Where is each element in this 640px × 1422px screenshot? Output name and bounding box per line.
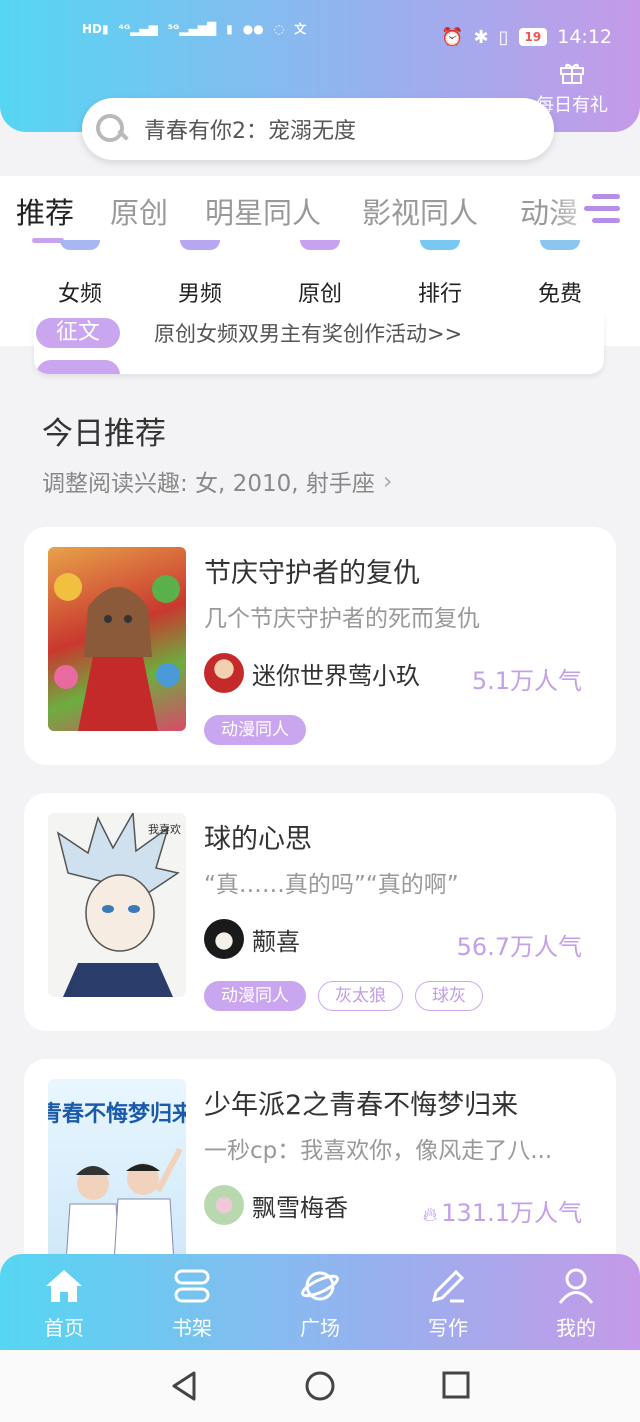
tab-menu-icon[interactable] xyxy=(584,192,620,226)
interest-settings-link[interactable]: 调整阅读兴趣: 女, 2010, 射手座 › xyxy=(42,464,392,498)
nav-write[interactable]: 写作 xyxy=(398,1266,498,1341)
recent-apps-icon[interactable] xyxy=(442,1370,470,1406)
author-name: 迷你世界莺小玖 xyxy=(252,661,420,690)
category-male[interactable]: 男频 xyxy=(140,276,260,308)
book-cover: 青春不悔梦归来 xyxy=(48,1079,186,1263)
author-name: 颟喜 xyxy=(252,927,300,956)
battery-indicator: 19 xyxy=(518,28,548,46)
section-title: 今日推荐 xyxy=(42,416,166,452)
svg-text:我喜欢: 我喜欢 xyxy=(148,822,181,836)
nav-label: 广场 xyxy=(300,1316,340,1340)
flame-icon: 🔥︎ xyxy=(422,1202,438,1226)
nav-label: 首页 xyxy=(44,1316,84,1340)
status-left-indicators: HD▮ ⁴ᴳ▂▄▆ ⁵ᴳ▂▄▆█ ▮ ●● ◌ 文 xyxy=(82,20,306,37)
interest-text: 调整阅读兴趣: 女, 2010, 射手座 xyxy=(42,471,375,497)
tag[interactable]: 灰太狼 xyxy=(318,981,403,1011)
book-author[interactable]: 颟喜 xyxy=(204,919,300,959)
book-author[interactable]: 飘雪梅香 xyxy=(204,1185,348,1225)
book-author[interactable]: 迷你世界莺小玖 xyxy=(204,653,420,693)
wechat-icon: ●● xyxy=(242,21,264,36)
book-description: 几个节庆守护者的死而复仇 xyxy=(204,606,480,632)
popularity-count: 5.1万人气 xyxy=(471,667,582,695)
category-tabs: 推荐 原创 明星同人 影视同人 动漫 xyxy=(0,176,640,246)
notice-badge-next xyxy=(36,360,120,374)
category-original[interactable]: 原创 xyxy=(260,276,380,308)
gift-icon xyxy=(522,60,622,91)
4g-signal-icon: ⁴ᴳ▂▄▆ xyxy=(118,21,158,36)
popularity-count: 56.7万人气 xyxy=(456,933,582,961)
pen-icon xyxy=(398,1266,498,1306)
book-title: 节庆守护者的复仇 xyxy=(204,558,420,589)
popularity-value: 131.1万人气 xyxy=(441,1199,582,1227)
home-icon xyxy=(14,1266,114,1306)
book-title: 少年派2之青春不悔梦归来 xyxy=(204,1090,519,1121)
author-avatar xyxy=(204,653,244,693)
tag[interactable]: 动漫同人 xyxy=(204,981,306,1011)
book-title: 球的心思 xyxy=(204,824,312,855)
chevron-right-icon: › xyxy=(382,467,393,495)
notice-badge: 征文 xyxy=(36,318,120,348)
vibrate-icon: ▯ xyxy=(498,26,509,48)
cover-text: 青春不悔梦归来 xyxy=(48,1101,186,1127)
original-icon xyxy=(300,240,340,250)
nav-label: 写作 xyxy=(428,1316,468,1340)
chat-icon: ◌ xyxy=(273,21,285,36)
tab-recommend[interactable]: 推荐 xyxy=(16,190,74,232)
author-name: 飘雪梅香 xyxy=(252,1193,348,1222)
nav-profile[interactable]: 我的 xyxy=(526,1266,626,1341)
tag-list: 动漫同人 xyxy=(204,715,306,745)
author-avatar xyxy=(204,1185,244,1225)
book-description: 一秒cp：我喜欢你，像风走了八... xyxy=(204,1138,553,1164)
tab-celebrity-fanfic[interactable]: 明星同人 xyxy=(205,190,321,232)
book-cover xyxy=(48,547,186,731)
search-icon xyxy=(96,114,126,144)
clock: 14:12 xyxy=(557,26,612,48)
ranking-icon xyxy=(420,240,460,250)
battery-saver-icon: ▮ xyxy=(226,21,233,36)
book-cover: 我喜欢 xyxy=(48,813,186,997)
nav-label: 我的 xyxy=(556,1316,596,1340)
back-icon[interactable] xyxy=(170,1370,198,1406)
tag-list: 动漫同人 灰太狼 球灰 xyxy=(204,981,483,1011)
popularity-count: 🔥︎ 131.1万人气 xyxy=(423,1193,582,1228)
5g-signal-icon: ⁵ᴳ▂▄▆█ xyxy=(167,21,217,36)
bluetooth-icon: ✱ xyxy=(473,26,489,48)
free-icon xyxy=(540,240,580,250)
female-icon xyxy=(60,240,100,250)
category-ranking[interactable]: 排行 xyxy=(380,276,500,308)
nav-label: 书架 xyxy=(172,1316,212,1340)
book-card[interactable]: 我喜欢 球的心思 “真……真的吗”“真的啊” 颟喜 56.7万人气 动漫同人 灰… xyxy=(24,793,616,1031)
home-circle-icon[interactable] xyxy=(304,1370,336,1406)
hd-signal-icon: HD▮ xyxy=(82,21,109,36)
male-icon xyxy=(180,240,220,250)
book-card[interactable]: 节庆守护者的复仇 几个节庆守护者的死而复仇 迷你世界莺小玖 5.1万人气 动漫同… xyxy=(24,527,616,765)
nav-bookshelf[interactable]: 书架 xyxy=(142,1266,242,1341)
tab-original[interactable]: 原创 xyxy=(110,190,168,232)
search-placeholder: 青春有你2：宠溺无度 xyxy=(144,119,356,144)
tab-film-fanfic[interactable]: 影视同人 xyxy=(362,190,478,232)
tag[interactable]: 球灰 xyxy=(415,981,483,1011)
nav-home[interactable]: 首页 xyxy=(14,1266,114,1341)
nav-square[interactable]: 广场 xyxy=(270,1266,370,1341)
notice-text: 原创女频双男主有奖创作活动>> xyxy=(154,322,463,346)
system-navigation-bar xyxy=(0,1350,640,1422)
bottom-navigation: 首页 书架 广场 写作 我的 xyxy=(0,1254,640,1350)
book-description: “真……真的吗”“真的啊” xyxy=(204,872,459,898)
tag[interactable]: 动漫同人 xyxy=(204,715,306,745)
translate-icon: 文 xyxy=(294,22,307,36)
bookshelf-icon xyxy=(142,1266,242,1306)
category-female[interactable]: 女频 xyxy=(20,276,140,308)
notice-banner[interactable]: 征文 原创女频双男主有奖创作活动>> xyxy=(34,314,604,374)
author-avatar xyxy=(204,919,244,959)
status-right-indicators: ⏰ ✱ ▯ 19 14:12 xyxy=(441,26,612,48)
category-free[interactable]: 免费 xyxy=(500,276,620,308)
planet-icon xyxy=(270,1266,370,1306)
search-bar[interactable]: 青春有你2：宠溺无度 xyxy=(82,98,554,160)
user-icon xyxy=(526,1266,626,1306)
alarm-icon: ⏰ xyxy=(441,26,464,48)
